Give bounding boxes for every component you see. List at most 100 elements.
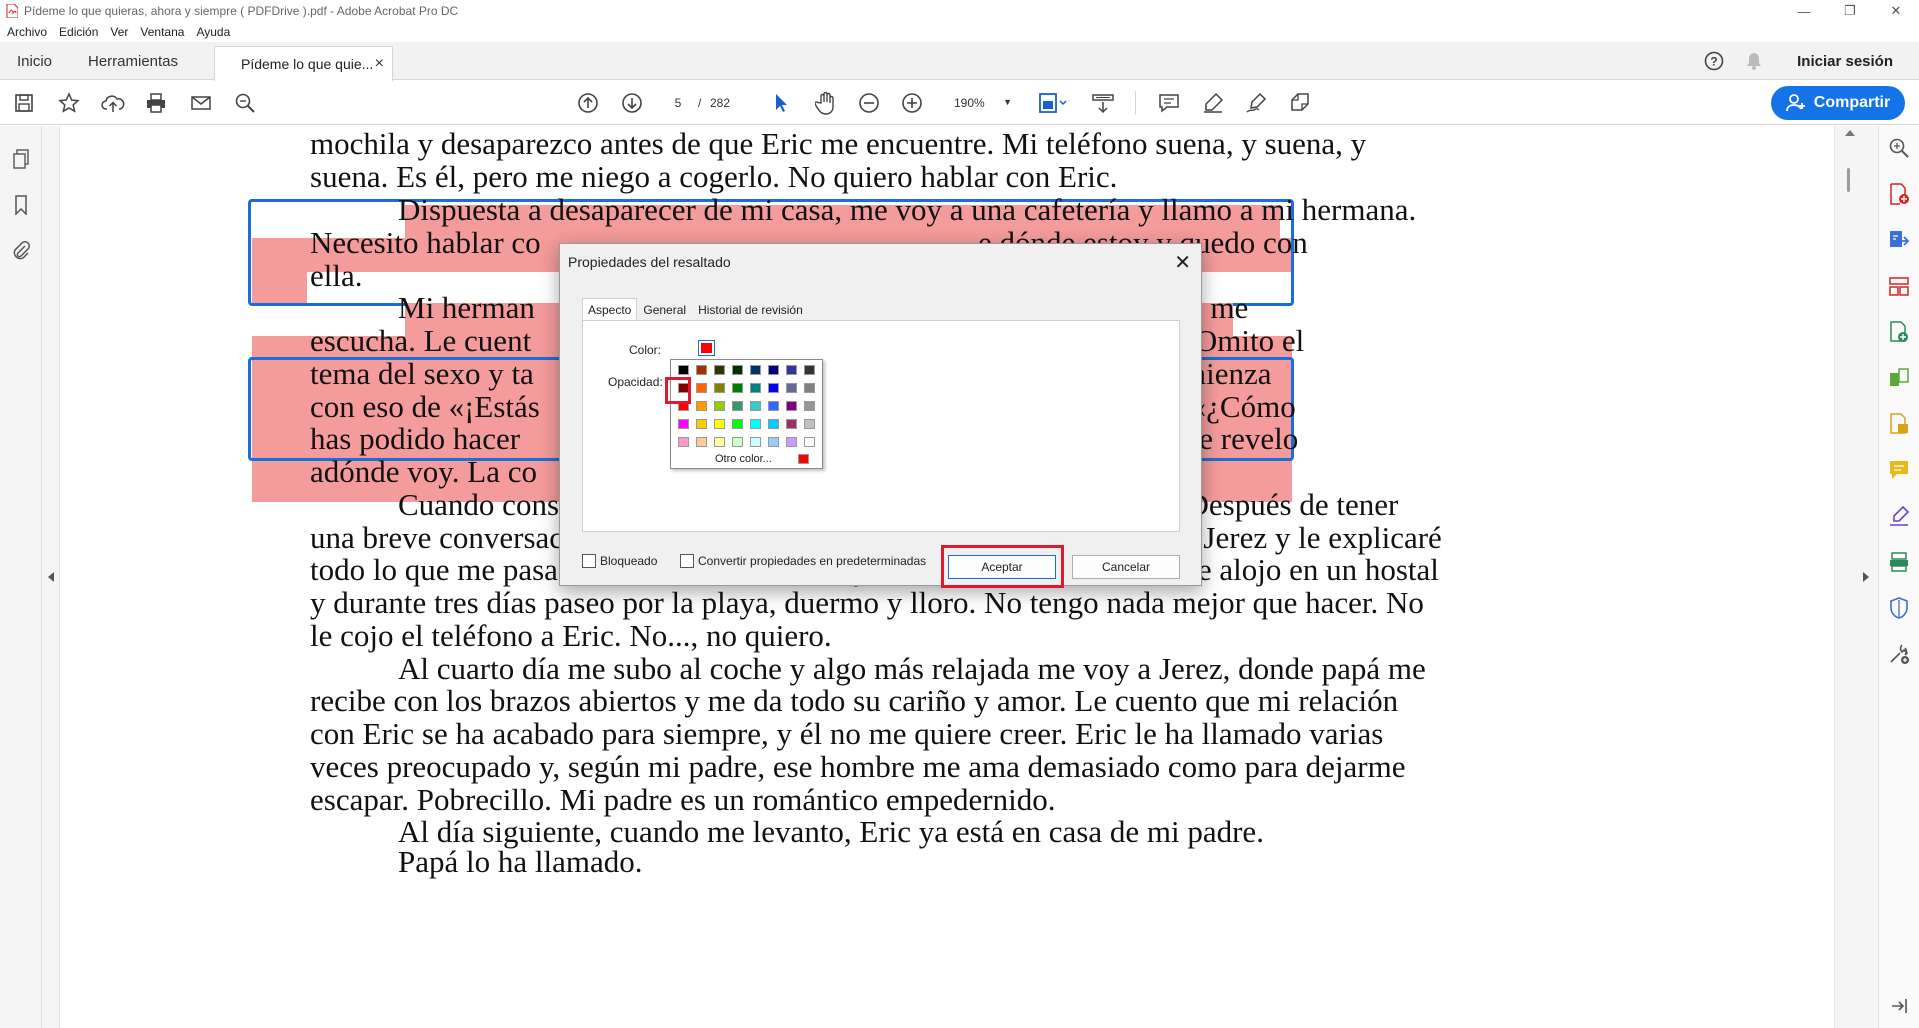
palette-swatch[interactable] [678,437,689,447]
scroll-up-arrow-icon[interactable] [1845,130,1855,136]
tab-document[interactable]: Pídeme lo que quie... × [214,46,393,81]
page-number-input[interactable]: 5 [658,91,698,115]
palette-swatch[interactable] [786,365,797,375]
email-icon[interactable] [188,90,214,116]
palette-swatch[interactable] [804,383,815,393]
redact-stamp-icon[interactable] [1287,90,1313,116]
palette-swatch[interactable] [732,383,743,393]
palette-swatch[interactable] [768,437,779,447]
palette-swatch[interactable] [696,437,707,447]
fit-page-icon[interactable] [1036,90,1070,116]
zoom-level-select[interactable]: 190% ▼ [944,91,1016,115]
attachments-paperclip-icon[interactable] [11,239,31,261]
scrollbar-thumb[interactable] [1847,168,1850,192]
collapse-tools-icon[interactable] [1887,994,1911,1018]
palette-swatch[interactable] [714,365,725,375]
notifications-bell-icon[interactable] [1743,50,1765,72]
palette-swatch[interactable] [732,437,743,447]
more-tools-icon[interactable] [1887,642,1911,666]
zoom-in-icon[interactable] [899,90,925,116]
previous-page-icon[interactable] [575,90,601,116]
find-search-icon[interactable] [232,90,258,116]
organize-pages-icon[interactable] [1887,274,1911,298]
scan-ocr-icon[interactable] [1887,550,1911,574]
hand-tool-icon[interactable] [813,90,839,116]
palette-swatch[interactable] [714,383,725,393]
palette-swatch[interactable] [786,437,797,447]
palette-swatch[interactable] [750,437,761,447]
menu-archivo[interactable]: Archivo [7,25,47,39]
palette-swatch[interactable] [786,419,797,429]
other-color-option[interactable]: Otro color... [715,453,772,465]
palette-swatch[interactable] [768,365,779,375]
share-button[interactable]: Compartir [1771,86,1905,120]
combine-files-icon[interactable] [1887,366,1911,390]
tab-aspecto[interactable]: Aspecto [582,298,638,320]
palette-swatch[interactable] [804,365,815,375]
print-icon[interactable] [143,90,169,116]
zoom-out-icon[interactable] [856,90,882,116]
palette-swatch[interactable] [804,401,815,411]
scroll-mode-icon[interactable] [1090,90,1116,116]
request-signature-icon[interactable] [1887,504,1911,528]
palette-swatch[interactable] [696,365,707,375]
palette-swatch[interactable] [714,419,725,429]
dialog-close-icon[interactable]: ✕ [1174,250,1191,275]
comment-tool-icon[interactable] [1887,458,1911,482]
left-panel-collapse[interactable] [42,126,60,1028]
zoom-search-icon[interactable] [1887,136,1911,160]
create-pdf-icon[interactable] [1887,182,1911,206]
make-default-checkbox[interactable]: Convertir propiedades en predeterminadas [680,554,926,568]
palette-swatch[interactable] [786,383,797,393]
locked-checkbox[interactable]: Bloqueado [582,554,657,568]
menu-edicion[interactable]: Edición [59,25,98,39]
palette-swatch[interactable] [750,419,761,429]
palette-swatch[interactable] [786,401,797,411]
other-color-swatch[interactable] [798,454,809,464]
palette-swatch[interactable] [768,419,779,429]
palette-swatch[interactable] [714,401,725,411]
palette-swatch[interactable] [678,419,689,429]
palette-swatch[interactable] [696,419,707,429]
close-tab-icon[interactable]: × [375,55,384,73]
signin-link[interactable]: Iniciar sesión [1797,53,1893,70]
tab-inicio[interactable]: Inicio [17,42,52,80]
save-icon[interactable] [11,90,37,116]
highlight-pen-icon[interactable] [1200,90,1226,116]
expand-right-arrow-icon[interactable] [1863,572,1869,582]
menu-ayuda[interactable]: Ayuda [196,25,230,39]
restore-button[interactable]: ❐ [1827,0,1873,22]
upload-cloud-icon[interactable] [100,90,126,116]
palette-swatch[interactable] [750,401,761,411]
next-page-icon[interactable] [619,90,645,116]
select-cursor-icon[interactable] [768,90,794,116]
sign-icon[interactable] [1243,90,1269,116]
edit-pdf-icon[interactable] [1887,320,1911,344]
bookmarks-icon[interactable] [11,194,31,216]
vertical-scrollbar[interactable] [1842,126,1856,1028]
palette-swatch[interactable] [750,383,761,393]
locked-checkbox-box[interactable] [582,554,596,568]
bookmark-star-icon[interactable] [56,90,82,116]
palette-swatch[interactable] [678,365,689,375]
palette-swatch[interactable] [714,437,725,447]
page-thumbnails-icon[interactable] [11,148,31,170]
collapse-left-arrow-icon[interactable] [48,572,54,582]
palette-swatch[interactable] [768,401,779,411]
palette-swatch[interactable] [732,419,743,429]
right-panel-collapse[interactable] [1834,126,1878,1028]
close-window-button[interactable]: ✕ [1873,0,1919,22]
palette-swatch[interactable] [732,401,743,411]
comment-icon[interactable] [1156,90,1182,116]
tab-general[interactable]: General [637,298,692,320]
tab-herramientas[interactable]: Herramientas [88,42,178,80]
palette-swatch[interactable] [696,383,707,393]
export-pdf-icon[interactable] [1887,228,1911,252]
cancel-button[interactable]: Cancelar [1072,555,1180,579]
menu-ventana[interactable]: Ventana [140,25,184,39]
palette-swatch[interactable] [696,401,707,411]
menu-ver[interactable]: Ver [110,25,128,39]
palette-swatch[interactable] [750,365,761,375]
color-picker-button[interactable] [698,340,715,356]
protect-shield-icon[interactable] [1887,596,1911,620]
